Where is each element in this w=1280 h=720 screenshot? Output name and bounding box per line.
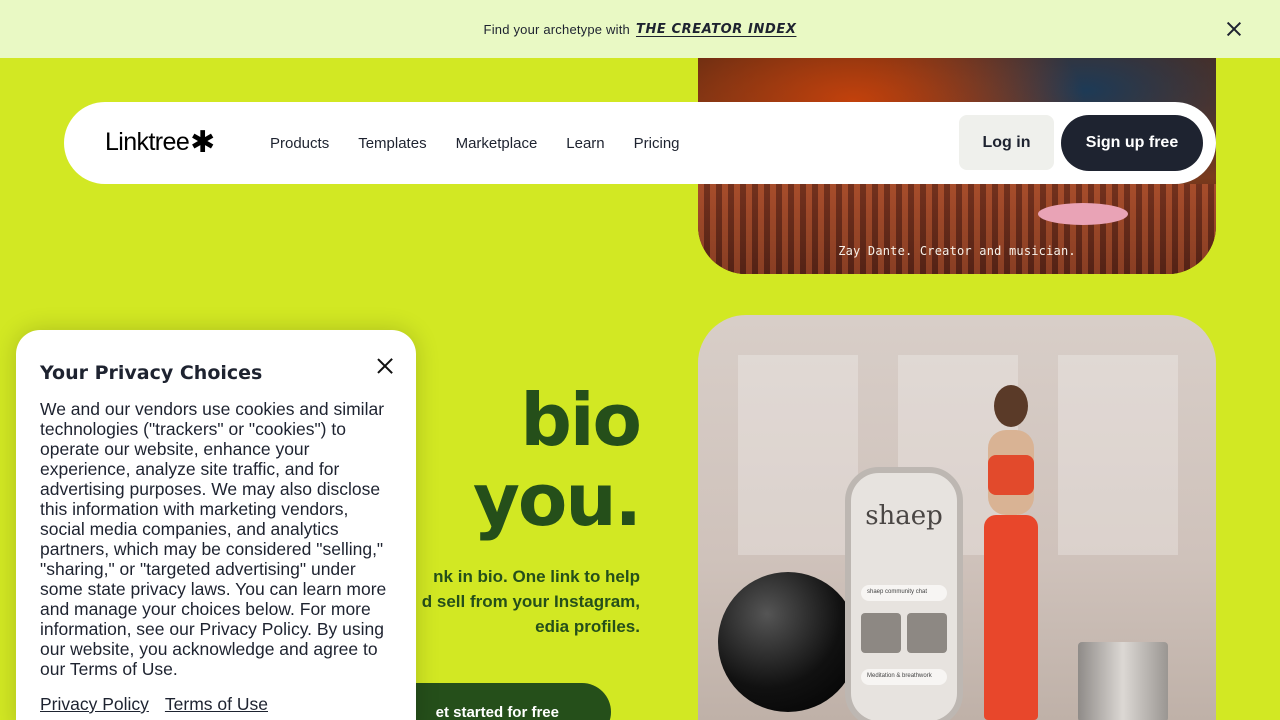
nav-link-marketplace[interactable]: Marketplace bbox=[456, 135, 538, 152]
person-figure bbox=[966, 385, 1056, 720]
phone-mockup: shaep shaep community chat Meditation & … bbox=[845, 467, 963, 720]
rug-shape bbox=[698, 184, 1216, 274]
vinyl-record-shape bbox=[1038, 203, 1128, 225]
phone-tile bbox=[861, 613, 901, 653]
phone-profile-title: shaep bbox=[865, 501, 943, 531]
nav-link-templates[interactable]: Templates bbox=[358, 135, 426, 152]
nav-link-learn[interactable]: Learn bbox=[566, 135, 604, 152]
privacy-title: Your Privacy Choices bbox=[40, 362, 263, 384]
hero-photo-fitness: shaep shaep community chat Meditation & … bbox=[698, 315, 1216, 720]
exercise-ball bbox=[718, 572, 858, 712]
phone-tile bbox=[907, 613, 947, 653]
terms-of-use-link[interactable]: Terms of Use bbox=[165, 694, 268, 715]
person-top bbox=[988, 455, 1034, 495]
linktree-logo[interactable]: Linktree ✱ bbox=[105, 125, 215, 159]
privacy-policy-link[interactable]: Privacy Policy bbox=[40, 694, 149, 715]
privacy-body: We and our vendors use cookies and simil… bbox=[40, 399, 387, 679]
nav-link-pricing[interactable]: Pricing bbox=[634, 135, 680, 152]
privacy-links: Privacy Policy Terms of Use bbox=[40, 694, 392, 715]
phone-link-row: Meditation & breathwork bbox=[861, 669, 947, 685]
metal-stool bbox=[1078, 642, 1168, 720]
banner-text: Find your archetype with bbox=[483, 21, 630, 37]
announcement-banner: Find your archetype with THE CREATOR IND… bbox=[0, 0, 1280, 58]
photo-caption: Zay Dante. Creator and musician. bbox=[838, 244, 1076, 258]
login-button[interactable]: Log in bbox=[959, 115, 1054, 170]
close-icon[interactable] bbox=[376, 357, 394, 375]
person-head bbox=[994, 385, 1028, 427]
nav-links: Products Templates Marketplace Learn Pri… bbox=[270, 102, 680, 184]
logo-text: Linktree bbox=[105, 128, 190, 156]
phone-link-row: shaep community chat bbox=[861, 585, 947, 601]
creator-index-link[interactable]: THE CREATOR INDEX bbox=[636, 22, 796, 37]
close-icon[interactable] bbox=[1224, 19, 1244, 39]
asterisk-icon: ✱ bbox=[190, 125, 215, 159]
main-navbar: Linktree ✱ Products Templates Marketplac… bbox=[64, 102, 1216, 184]
signup-button[interactable]: Sign up free bbox=[1061, 115, 1203, 171]
window-light bbox=[1058, 355, 1178, 555]
nav-link-products[interactable]: Products bbox=[270, 135, 329, 152]
window-light bbox=[738, 355, 858, 555]
person-legs bbox=[984, 515, 1038, 720]
privacy-dialog: Your Privacy Choices We and our vendors … bbox=[16, 330, 416, 720]
